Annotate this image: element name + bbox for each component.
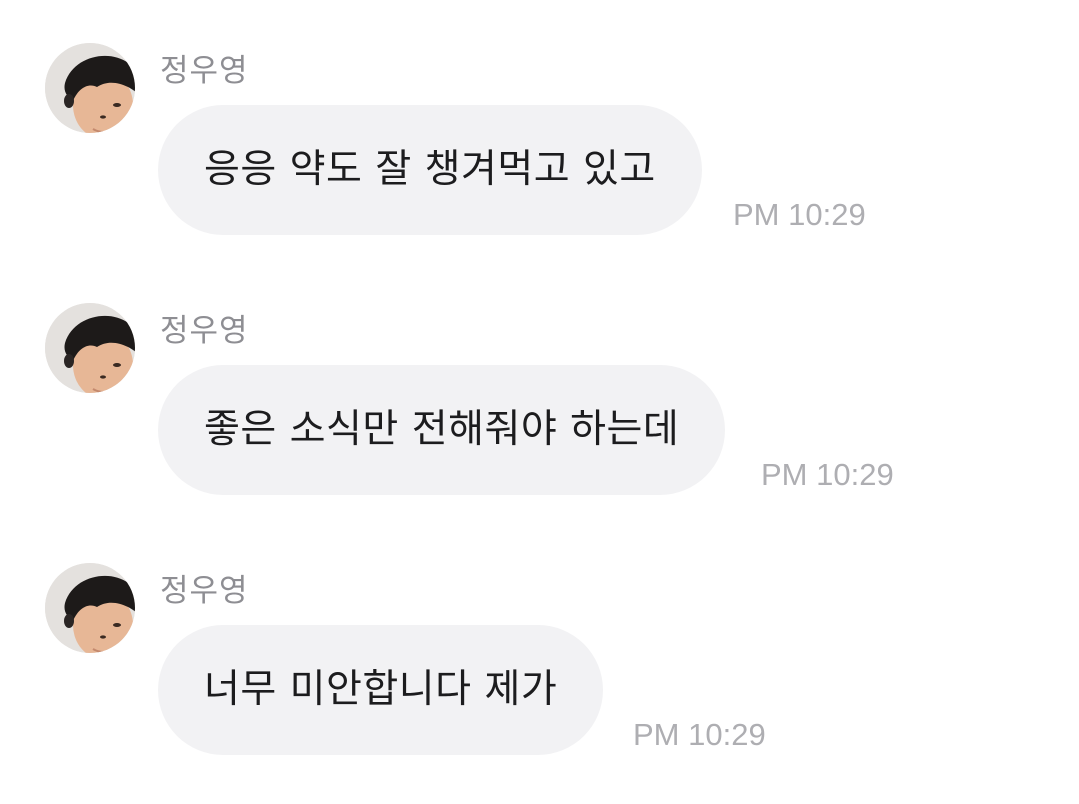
message-timestamp: PM 10:29 (733, 197, 866, 232)
avatar[interactable] (45, 303, 135, 393)
message-timestamp: PM 10:29 (761, 457, 894, 492)
profile-photo-icon (45, 43, 135, 133)
profile-photo-icon (45, 303, 135, 393)
avatar[interactable] (45, 563, 135, 653)
message-text: 좋은 소식만 전해줘야 하는데 (204, 407, 680, 452)
profile-photo-icon (45, 563, 135, 653)
message-bubble[interactable]: 좋은 소식만 전해줘야 하는데 (158, 365, 726, 495)
chat-message-list: 정우영 응응 약도 잘 챙겨먹고 있고 PM 10:29 정우영 좋은 소식만 … (0, 0, 1079, 804)
sender-name: 정우영 (160, 53, 249, 89)
sender-name: 정우영 (160, 573, 249, 609)
message-text: 응응 약도 잘 챙겨먹고 있고 (204, 147, 656, 192)
avatar[interactable] (45, 43, 135, 133)
message-bubble[interactable]: 너무 미안합니다 제가 (158, 625, 604, 755)
sender-name: 정우영 (160, 313, 249, 349)
message-timestamp: PM 10:29 (633, 717, 766, 752)
chat-message: 정우영 좋은 소식만 전해줘야 하는데 PM 10:29 (0, 303, 1079, 533)
chat-message: 정우영 응응 약도 잘 챙겨먹고 있고 PM 10:29 (0, 43, 1079, 273)
chat-message: 정우영 너무 미안합니다 제가 PM 10:29 (0, 563, 1079, 793)
message-text: 너무 미안합니다 제가 (204, 667, 558, 712)
message-bubble[interactable]: 응응 약도 잘 챙겨먹고 있고 (158, 105, 702, 235)
